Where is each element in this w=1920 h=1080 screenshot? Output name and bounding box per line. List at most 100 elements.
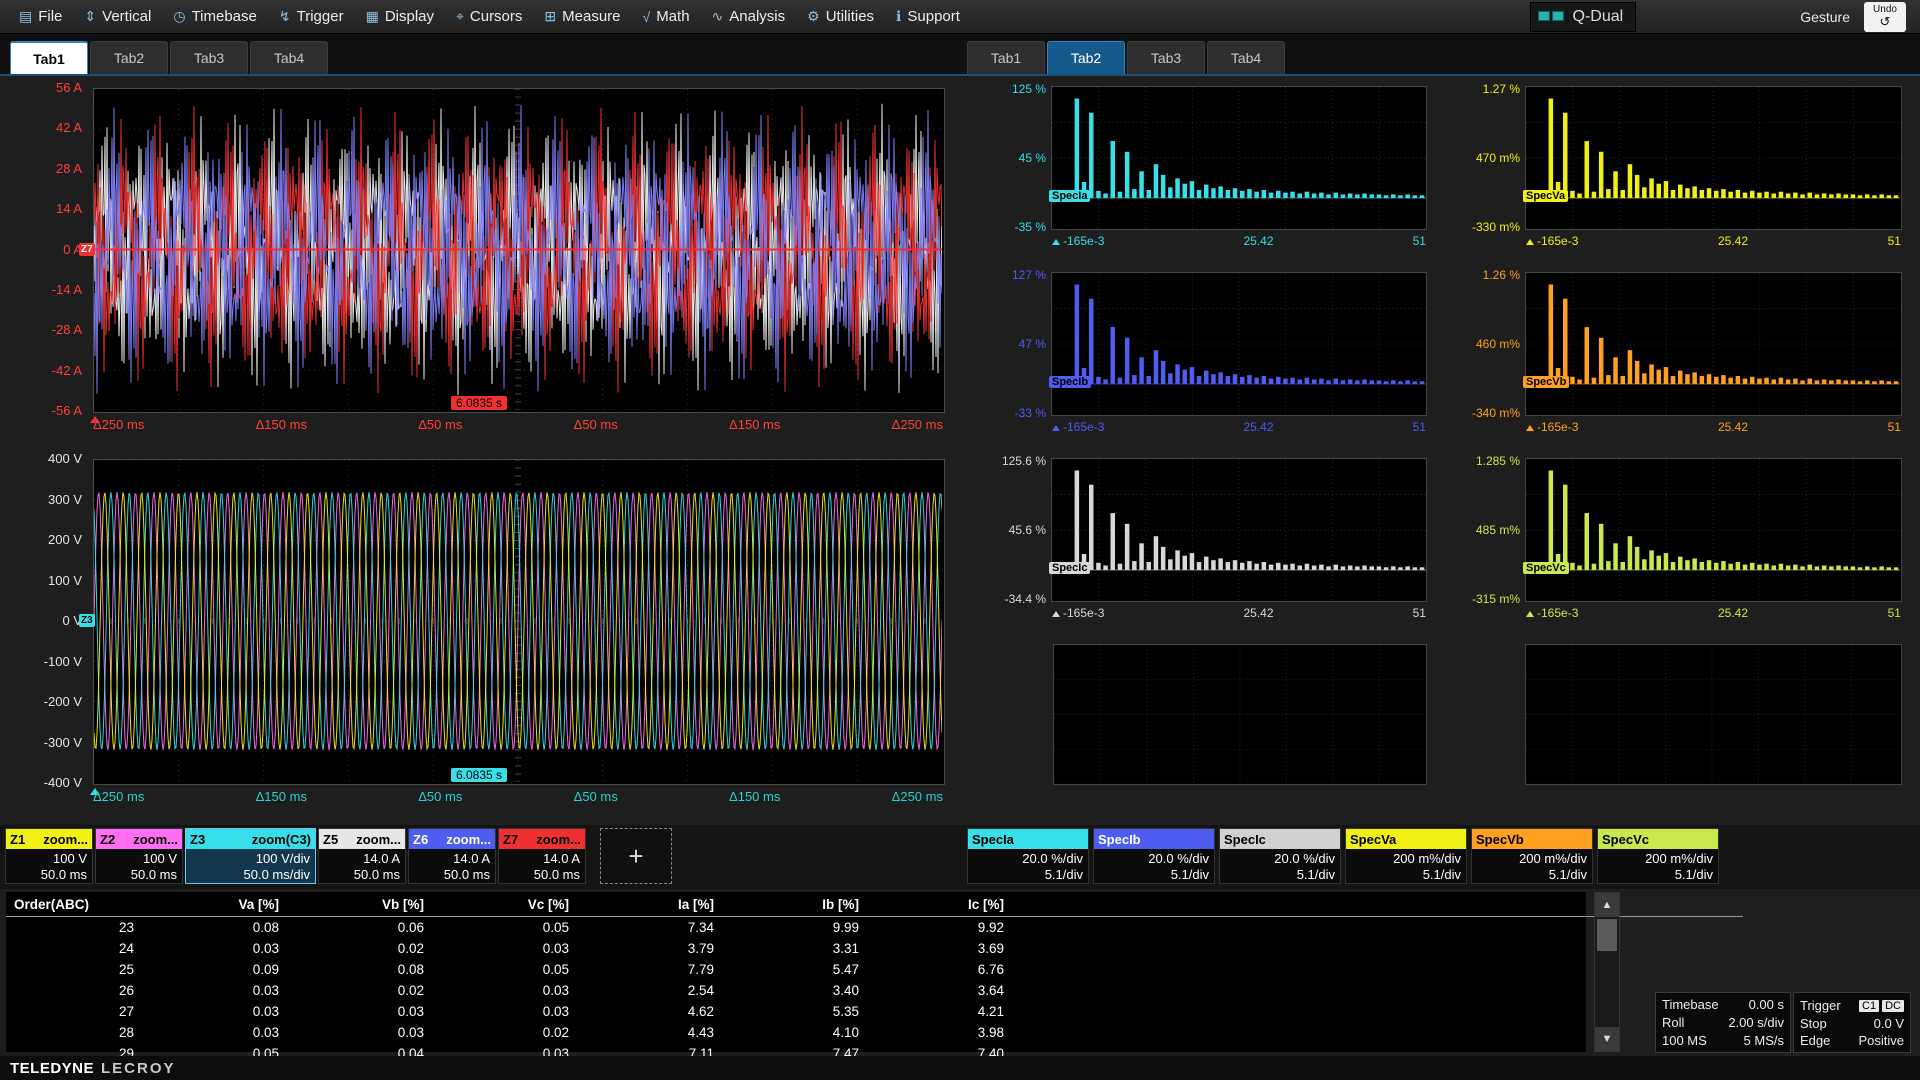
menu-item-utilities[interactable]: ⚙ Utilities (796, 0, 885, 33)
descriptor-specva[interactable]: SpecVa 200 m%/div 5.1/div (1345, 828, 1467, 884)
undo-button[interactable]: Undo ↺ (1864, 2, 1906, 32)
start-marker-icon (1526, 611, 1534, 617)
menu-item-support[interactable]: ℹ Support (885, 0, 971, 33)
y-tick: 42 A (56, 120, 82, 135)
spectrum-plot[interactable]: SpecVa (1525, 86, 1902, 230)
current-waveform-plot[interactable]: Z7 6.0835 s (93, 88, 945, 413)
spectrum-trace-label[interactable]: SpecVb (1523, 376, 1569, 388)
descriptor-z7[interactable]: Z7 zoom... 14.0 A 50.0 ms (498, 828, 586, 884)
menu-item-analysis[interactable]: ∿ Analysis (701, 0, 797, 33)
menu-item-label: Math (656, 8, 689, 25)
descriptor-header: Z2 zoom... (96, 829, 182, 849)
table-row[interactable]: 230.080.060.057.349.999.92 (6, 917, 1743, 939)
x-tick: Δ250 ms (892, 417, 943, 437)
menu-item-timebase[interactable]: ◷ Timebase (162, 0, 268, 33)
z3-trace-marker[interactable]: Z3 (79, 614, 95, 627)
current-x-axis: Δ250 msΔ150 msΔ50 msΔ50 msΔ150 msΔ250 ms (93, 417, 943, 437)
descriptor-z2[interactable]: Z2 zoom... 100 V 50.0 ms (95, 828, 183, 884)
add-trace-button[interactable]: + (600, 828, 672, 884)
tab-tab3[interactable]: Tab3 (1127, 41, 1205, 74)
spectrum-trace-label[interactable]: SpecIb (1049, 376, 1091, 388)
scroll-up-button[interactable]: ▲ (1595, 893, 1619, 917)
descriptor-scale: 200 m%/div (1519, 851, 1587, 866)
table-cell: 0.03 (158, 980, 303, 1001)
tab-tab2[interactable]: Tab2 (1047, 41, 1125, 74)
spectrum-trace-label[interactable]: SpecVa (1523, 190, 1568, 202)
trigger-mode: Stop (1800, 1015, 1827, 1032)
menu-item-cursors[interactable]: ⌖ Cursors (445, 0, 533, 33)
descriptor-specia[interactable]: SpecIa 20.0 %/div 5.1/div (967, 828, 1089, 884)
trigger-badges: C1DC (1856, 996, 1904, 1015)
descriptor-z3[interactable]: Z3 zoom(C3) 100 V/div 50.0 ms/div (185, 828, 316, 884)
tab-tab4[interactable]: Tab4 (250, 41, 328, 74)
descriptor-specib[interactable]: SpecIb 20.0 %/div 5.1/div (1093, 828, 1215, 884)
tab-tab1[interactable]: Tab1 (10, 41, 88, 74)
current-cursor-time-label[interactable]: 6.0835 s (451, 396, 507, 410)
trigger-status-box[interactable]: Trigger C1DC Stop 0.0 V Edge Positive (1793, 992, 1911, 1053)
z7-trace-marker[interactable]: Z7 (79, 243, 95, 256)
tab-tab1[interactable]: Tab1 (967, 41, 1045, 74)
descriptor-header: Z3 zoom(C3) (186, 829, 315, 849)
table-cell: 0.03 (303, 1022, 448, 1043)
menu-item-label: Timebase (192, 8, 257, 25)
spectrum-x-axis: -165e-3 25.42 51 (1051, 602, 1427, 623)
x-tick: -165e-3 (1052, 420, 1104, 434)
table-cell: 5.35 (738, 1001, 883, 1022)
spectrum-plot[interactable]: SpecIb (1051, 272, 1427, 416)
table-row[interactable]: 250.090.080.057.795.476.76 (6, 959, 1743, 980)
tab-tab3[interactable]: Tab3 (170, 41, 248, 74)
spectrum-trace-label[interactable]: SpecIa (1049, 190, 1090, 202)
descriptor-z5[interactable]: Z5 zoom... 14.0 A 50.0 ms (318, 828, 406, 884)
menu-item-file[interactable]: ▤ File (8, 0, 73, 33)
menu-item-math[interactable]: √ Math (632, 0, 701, 33)
table-row[interactable]: 280.030.030.024.434.103.98 (6, 1022, 1743, 1043)
menu-item-display[interactable]: ▦ Display (355, 0, 445, 33)
spectrum-plot[interactable]: SpecVb (1525, 272, 1902, 416)
harmonics-table: Order(ABC)Va [%]Vb [%]Vc [%]Ia [%]Ib [%]… (6, 892, 1743, 1064)
menu-item-trigger[interactable]: ↯ Trigger (268, 0, 355, 33)
spectrum-trace-label[interactable]: SpecVc (1523, 562, 1569, 574)
table-cell: 9.99 (738, 917, 883, 939)
table-row[interactable]: 260.030.020.032.543.403.64 (6, 980, 1743, 1001)
descriptor-subtitle: zoom... (536, 832, 581, 847)
voltage-cursor-time-label[interactable]: 6.0835 s (451, 768, 507, 782)
spectrum-plot[interactable]: SpecIa (1051, 86, 1427, 230)
descriptor-timebase: 5.1/div (1171, 867, 1209, 882)
descriptor-scale: 14.0 A (543, 851, 580, 866)
table-cell: 0.09 (158, 959, 303, 980)
descriptor-z1[interactable]: Z1 zoom... 100 V 50.0 ms (5, 828, 93, 884)
tab-tab4[interactable]: Tab4 (1207, 41, 1285, 74)
spectrum-y-axis: 125 % 45 % -35 % (990, 86, 1051, 230)
spectrum-plot[interactable]: SpecIc (1051, 458, 1427, 602)
gesture-label[interactable]: Gesture (1800, 9, 1850, 25)
descriptor-z6[interactable]: Z6 zoom... 14.0 A 50.0 ms (408, 828, 496, 884)
scroll-down-button[interactable]: ▼ (1595, 1027, 1619, 1051)
table-cell: 3.40 (738, 980, 883, 1001)
trigger-icon: ↯ (279, 8, 291, 25)
voltage-y-axis: 400 V300 V200 V100 V0 V-100 V-200 V-300 … (0, 459, 86, 783)
scroll-thumb[interactable] (1597, 919, 1617, 951)
descriptor-specic[interactable]: SpecIc 20.0 %/div 5.1/div (1219, 828, 1341, 884)
descriptor-header: SpecIa (968, 829, 1088, 849)
table-scrollbar[interactable]: ▲ ▼ (1594, 892, 1620, 1052)
qdual-panel[interactable]: Q-Dual (1530, 2, 1637, 32)
table-header-cell: Vb [%] (303, 892, 448, 917)
x-tick: 51 (1413, 234, 1426, 248)
menu-item-measure[interactable]: ⊞ Measure (533, 0, 631, 33)
table-header-cell: Ia [%] (593, 892, 738, 917)
menu-item-vertical[interactable]: ⇕ Vertical (73, 0, 162, 33)
tab-tab2[interactable]: Tab2 (90, 41, 168, 74)
x-tick: 51 (1413, 606, 1426, 620)
spectrum-trace-label[interactable]: SpecIc (1049, 562, 1090, 574)
descriptor-timebase: 5.1/div (1045, 867, 1083, 882)
y-tick: -315 m% (1472, 592, 1520, 606)
descriptor-header: Z1 zoom... (6, 829, 92, 849)
spectrum-plot[interactable]: SpecVc (1525, 458, 1902, 602)
descriptor-specvb[interactable]: SpecVb 200 m%/div 5.1/div (1471, 828, 1593, 884)
timebase-status-box[interactable]: Timebase 0.00 s Roll 2.00 s/div 100 MS 5… (1655, 992, 1791, 1053)
table-row[interactable]: 240.030.020.033.793.313.69 (6, 938, 1743, 959)
spectrum-panel-specvc: 1.285 % 485 m% -315 m% SpecVc -165e-3 25… (1462, 458, 1902, 624)
voltage-waveform-plot[interactable]: Z3 6.0835 s (93, 459, 945, 785)
table-row[interactable]: 270.030.030.034.625.354.21 (6, 1001, 1743, 1022)
descriptor-specvc[interactable]: SpecVc 200 m%/div 5.1/div (1597, 828, 1719, 884)
